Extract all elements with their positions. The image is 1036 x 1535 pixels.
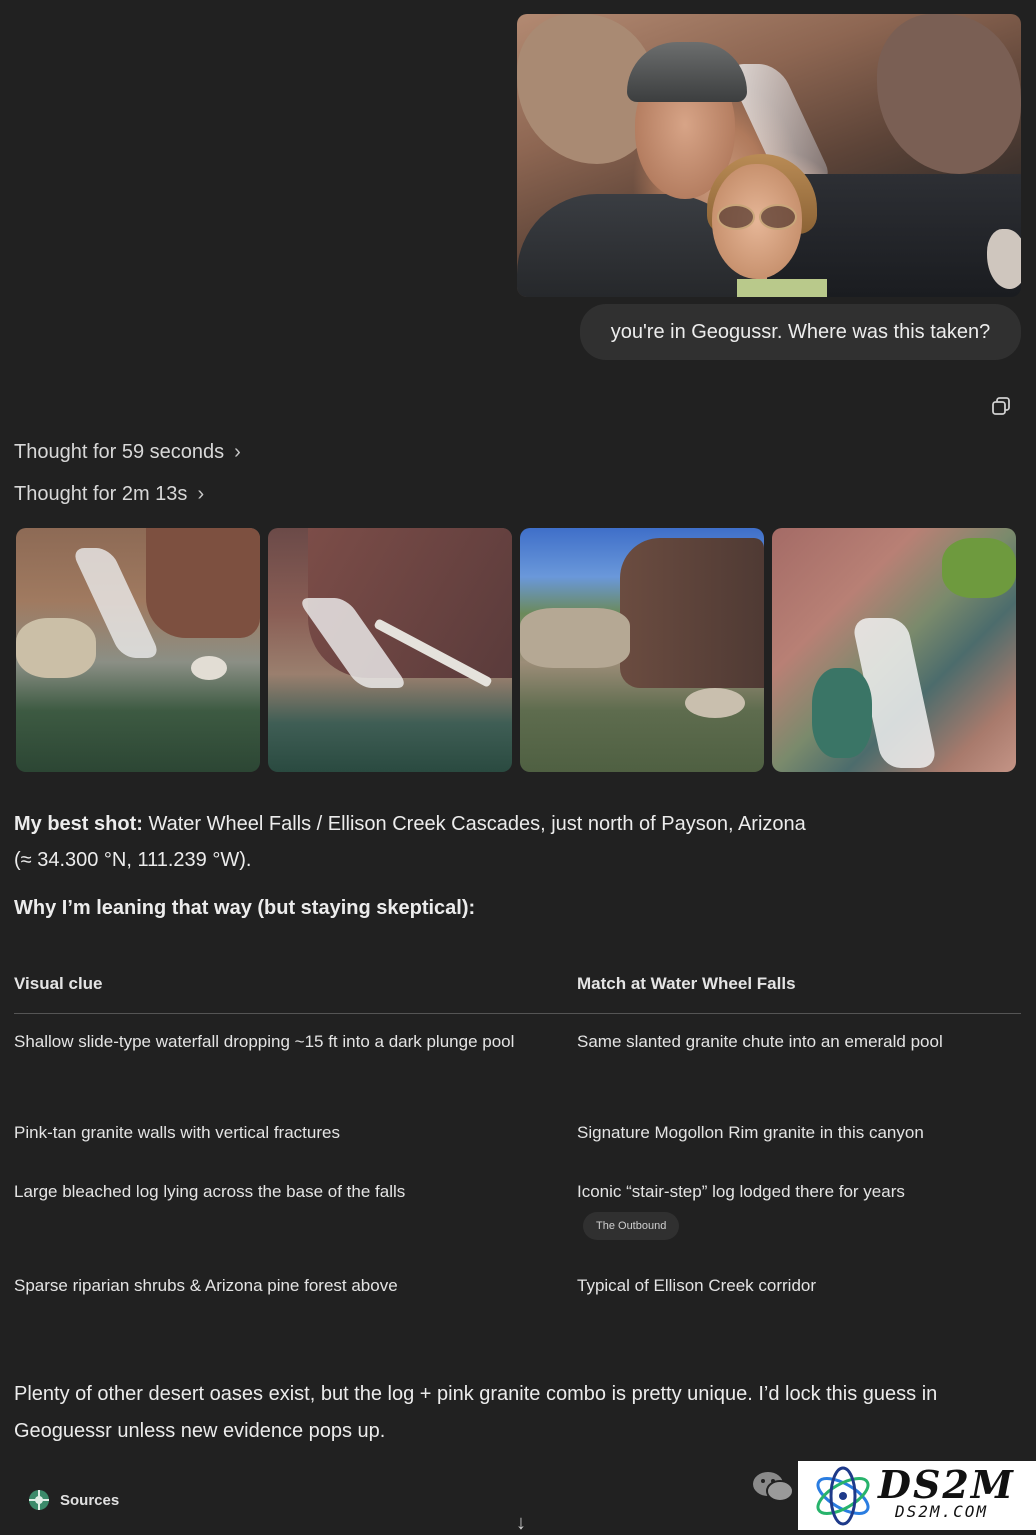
- user-message-bubble: you're in Geogussr. Where was this taken…: [580, 304, 1021, 360]
- thumb-rock: [520, 608, 630, 668]
- globe-icon: [29, 1490, 49, 1510]
- thumb-rock: [191, 656, 227, 680]
- answer-coords: (≈ 34.300 °N, 111.239 °W).: [14, 849, 252, 871]
- copy-icon[interactable]: [990, 395, 1012, 417]
- table-cell-match: Signature Mogollon Rim granite in this c…: [577, 1123, 924, 1142]
- thumb-rock: [16, 618, 96, 678]
- thought-toggle-1[interactable]: Thought for 59 seconds ›: [14, 441, 241, 464]
- table-row: Sparse riparian shrubs & Arizona pine fo…: [14, 1270, 1021, 1302]
- thumb-pool: [812, 668, 872, 758]
- table-cell-clue: Large bleached log lying across the base…: [14, 1182, 406, 1201]
- table-cell-clue: Sparse riparian shrubs & Arizona pine fo…: [14, 1276, 398, 1295]
- thumb-rock: [685, 688, 745, 718]
- thought-toggle-2[interactable]: Thought for 2m 13s ›: [14, 483, 204, 506]
- photo-rock: [877, 14, 1021, 174]
- watermark-logo-sub: DS2M.COM: [895, 1502, 989, 1521]
- closing-paragraph: Plenty of other desert oases exist, but …: [14, 1383, 938, 1442]
- user-message-text: you're in Geogussr. Where was this taken…: [610, 320, 991, 343]
- thought-label: Thought for 2m 13s: [14, 483, 188, 505]
- best-shot-text: Water Wheel Falls / Ellison Creek Cascad…: [142, 813, 806, 835]
- table-cell-match: Same slanted granite chute into an emera…: [577, 1032, 943, 1051]
- gallery-image[interactable]: [268, 528, 512, 772]
- table-cell-clue: Pink-tan granite walls with vertical fra…: [14, 1123, 340, 1142]
- atom-logo-icon: [816, 1466, 870, 1526]
- photo-sunglasses: [717, 204, 797, 230]
- table-header-cell: Visual clue: [14, 974, 103, 993]
- answer-best-shot: My best shot: Water Wheel Falls / Elliso…: [14, 806, 1014, 842]
- chevron-right-icon: ›: [197, 483, 205, 505]
- source-chip[interactable]: The Outbound: [583, 1212, 680, 1240]
- clue-table: Visual clue Match at Water Wheel Falls S…: [14, 965, 1021, 1295]
- sources-button[interactable]: Sources: [28, 1489, 119, 1511]
- chevron-right-icon: ›: [234, 441, 241, 463]
- scroll-down-icon[interactable]: ↓: [516, 1512, 526, 1535]
- why-heading: Why I’m leaning that way (but staying sk…: [14, 897, 476, 919]
- thumb-cliff: [146, 528, 260, 638]
- user-uploaded-photo[interactable]: [517, 14, 1021, 297]
- table-cell-clue: Shallow slide-type waterfall dropping ~1…: [14, 1032, 515, 1051]
- table-row: Pink-tan granite walls with vertical fra…: [14, 1117, 1021, 1149]
- sources-label: Sources: [60, 1491, 120, 1509]
- wechat-icon: [753, 1472, 794, 1502]
- table-cell-match: Typical of Ellison Creek corridor: [577, 1276, 817, 1295]
- table-cell-match: Iconic “stair-step” log lodged there for…: [577, 1176, 1021, 1240]
- table-row: Large bleached log lying across the base…: [14, 1176, 1021, 1240]
- thumb-shrubs: [942, 538, 1016, 598]
- thumb-cliff: [620, 538, 764, 688]
- watermark-logo-text: DS2M: [878, 1462, 1015, 1507]
- image-gallery: [16, 528, 1016, 772]
- photo-woman-shirt: [737, 279, 827, 297]
- table-header: Visual clue Match at Water Wheel Falls: [14, 965, 1021, 1014]
- table-row: Shallow slide-type waterfall dropping ~1…: [14, 1026, 1021, 1058]
- best-shot-label: My best shot:: [14, 813, 143, 835]
- gallery-image[interactable]: [520, 528, 764, 772]
- gallery-image[interactable]: [772, 528, 1016, 772]
- table-header-cell: Match at Water Wheel Falls: [577, 974, 796, 993]
- gallery-image[interactable]: [16, 528, 260, 772]
- thought-label: Thought for 59 seconds: [14, 441, 225, 463]
- table-cell-match-text: Iconic “stair-step” log lodged there for…: [577, 1182, 905, 1201]
